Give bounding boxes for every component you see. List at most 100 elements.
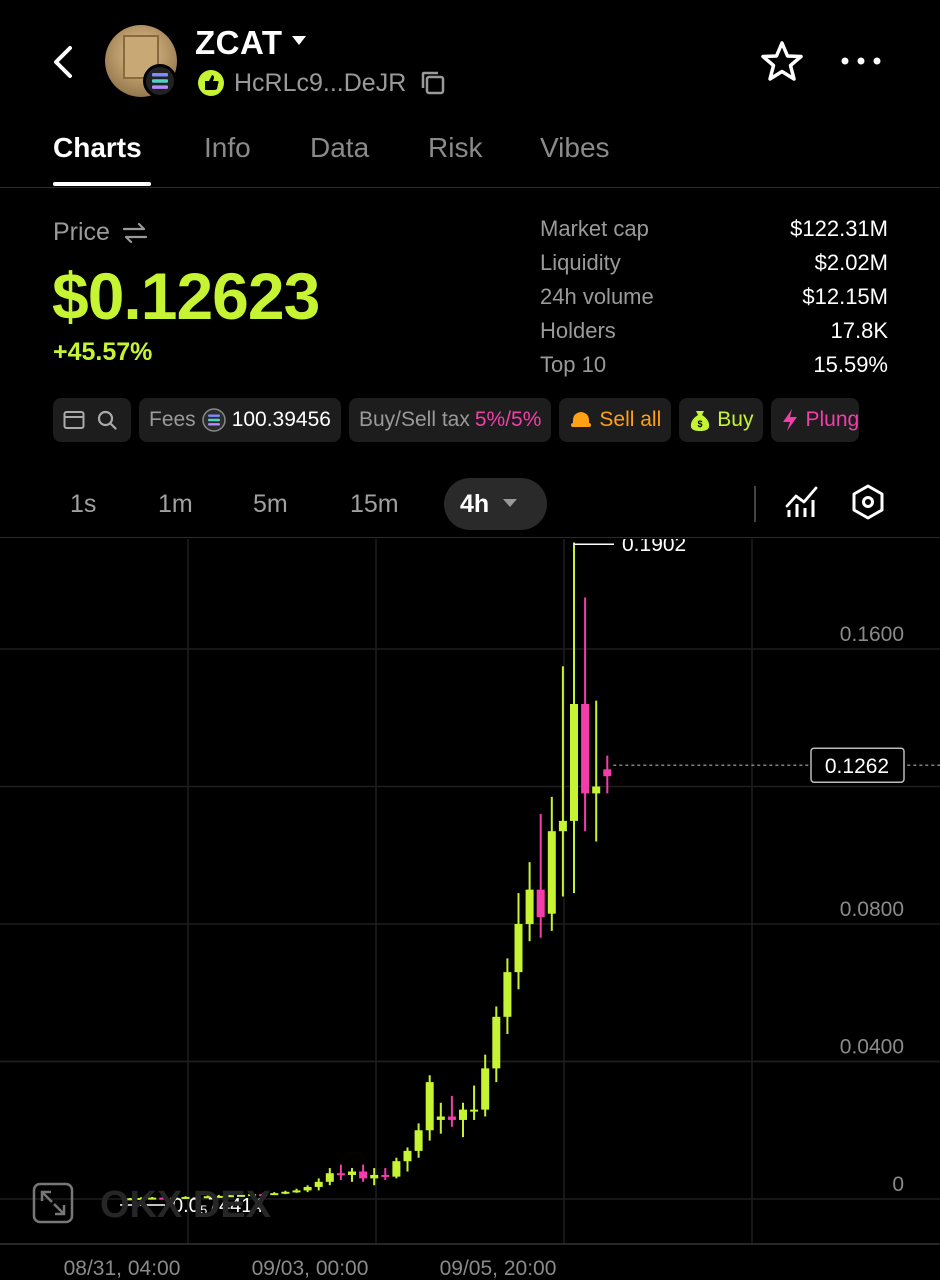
token-stats: Market cap $122.31M Liquidity $2.02M 24h… bbox=[540, 212, 888, 382]
stat-row-liquidity: Liquidity $2.02M bbox=[540, 246, 888, 280]
copy-icon[interactable] bbox=[420, 70, 446, 96]
candle-body bbox=[581, 704, 590, 794]
header: ZCAT HcRLc9...DeJR bbox=[0, 0, 940, 120]
high-price-label: 0.1902 bbox=[622, 539, 686, 556]
tab-risk[interactable]: Risk bbox=[428, 132, 482, 164]
settings-hex-icon[interactable] bbox=[850, 484, 886, 520]
price-value: $0.12623 bbox=[52, 259, 320, 333]
candle-body bbox=[292, 1190, 301, 1193]
stat-label: 24h volume bbox=[540, 284, 654, 309]
candle-body bbox=[603, 769, 612, 777]
interval-1m[interactable]: 1m bbox=[158, 490, 193, 519]
price-chart[interactable]: 0.1600 0.0800 0.0400 0 08/31, 04:00 09/03, 00… bbox=[0, 539, 940, 1280]
y-tick-label: 0.0400 bbox=[840, 1036, 904, 1059]
tax-label: Buy/Sell tax bbox=[358, 408, 470, 431]
interval-bar: 1s 1m 5m 15m 4h bbox=[0, 470, 940, 538]
stat-row-market-cap: Market cap $122.31M bbox=[540, 212, 888, 246]
solana-coin-icon bbox=[201, 408, 226, 432]
chevron-down-icon bbox=[503, 499, 517, 507]
stat-row-top10: Top 10 15.59% bbox=[540, 348, 888, 382]
fees-button[interactable]: Fees 100.39456 bbox=[139, 398, 341, 442]
chart-grid: 0.1600 0.0800 0.0400 0 08/31, 04:00 09/03, 00… bbox=[0, 539, 940, 1280]
solana-chain-icon bbox=[143, 64, 177, 98]
candle-body bbox=[381, 1174, 390, 1177]
candles bbox=[126, 542, 612, 1201]
interval-4h-label: 4h bbox=[460, 490, 490, 518]
plunge-label: Plung bbox=[805, 408, 860, 431]
stat-value: $122.31M bbox=[790, 216, 888, 241]
candle-body bbox=[314, 1181, 323, 1187]
stat-value: $2.02M bbox=[814, 250, 888, 275]
window-icon bbox=[63, 411, 85, 429]
tax-button[interactable]: Buy/Sell tax 5%/5% bbox=[348, 398, 552, 442]
candle-body bbox=[514, 924, 523, 973]
candle-body bbox=[303, 1186, 312, 1191]
candle-body bbox=[525, 889, 534, 924]
stat-row-volume: 24h volume $12.15M bbox=[540, 280, 888, 314]
buy-button[interactable]: $ Buy bbox=[679, 398, 764, 442]
tax-value: 5%/5% bbox=[474, 408, 542, 431]
stat-label: Liquidity bbox=[540, 250, 621, 275]
tab-info[interactable]: Info bbox=[204, 132, 251, 164]
action-toolbar: Fees 100.39456 Buy/Sell tax 5%/5% Sell a… bbox=[53, 398, 888, 442]
interval-5m[interactable]: 5m bbox=[253, 490, 288, 519]
interval-15m[interactable]: 15m bbox=[350, 490, 399, 519]
stat-label: Holders bbox=[540, 318, 616, 343]
last-price-label: 0.1262 bbox=[825, 755, 889, 778]
candle-body bbox=[425, 1082, 434, 1131]
tab-charts[interactable]: Charts bbox=[53, 132, 142, 164]
buy-label: Buy bbox=[717, 408, 754, 431]
tab-vibes[interactable]: Vibes bbox=[540, 132, 610, 164]
candle-body bbox=[558, 820, 567, 832]
chevron-down-icon[interactable] bbox=[292, 36, 306, 45]
price-label: Price bbox=[53, 218, 110, 246]
candle-body bbox=[392, 1161, 401, 1177]
view-search-button[interactable] bbox=[53, 398, 131, 442]
stat-label: Top 10 bbox=[540, 352, 607, 377]
svg-text:$: $ bbox=[698, 419, 703, 429]
stat-value: 15.59% bbox=[813, 352, 888, 377]
fees-label: Fees bbox=[149, 408, 196, 431]
stat-label: Market cap bbox=[540, 216, 649, 241]
x-tick-label: 09/05, 20:00 bbox=[440, 1257, 557, 1280]
okx-dex-watermark: OKX DEX bbox=[100, 1184, 272, 1226]
sell-all-label: Sell all bbox=[599, 408, 662, 431]
community-badge-icon bbox=[198, 70, 224, 96]
candle-body bbox=[436, 1116, 445, 1120]
token-name[interactable]: ZCAT bbox=[195, 24, 283, 62]
candle-body bbox=[359, 1171, 368, 1179]
more-icon[interactable] bbox=[840, 50, 882, 72]
divider bbox=[754, 486, 756, 522]
interval-1s[interactable]: 1s bbox=[70, 490, 96, 519]
candle-body bbox=[447, 1116, 456, 1120]
candle-body bbox=[492, 1016, 501, 1069]
plunge-button[interactable]: Plung bbox=[771, 398, 860, 442]
candle-body bbox=[270, 1193, 279, 1196]
stat-value: $12.15M bbox=[802, 284, 888, 309]
y-tick-label: 0.0800 bbox=[840, 898, 904, 921]
tab-data[interactable]: Data bbox=[310, 132, 369, 164]
y-tick-label: 0.1600 bbox=[840, 623, 904, 646]
price-change: +45.57% bbox=[53, 338, 153, 366]
sell-all-button[interactable]: Sell all bbox=[559, 398, 672, 442]
token-address: HcRLc9...DeJR bbox=[234, 68, 407, 97]
candle-body bbox=[536, 889, 545, 918]
fullscreen-icon[interactable] bbox=[32, 1182, 74, 1224]
candle-body bbox=[281, 1191, 290, 1194]
candle-body bbox=[336, 1173, 345, 1176]
y-tick-label: 0 bbox=[892, 1173, 904, 1196]
stat-value: 17.8K bbox=[830, 318, 889, 343]
candle-body bbox=[370, 1174, 379, 1179]
candle-body bbox=[592, 786, 601, 794]
money-bag-icon: $ bbox=[691, 411, 710, 431]
swap-icon[interactable] bbox=[122, 222, 148, 244]
candle-body bbox=[481, 1068, 490, 1110]
star-icon[interactable] bbox=[760, 40, 804, 84]
back-icon[interactable] bbox=[50, 42, 80, 82]
search-icon bbox=[97, 410, 117, 430]
candle-body bbox=[503, 972, 512, 1017]
indicators-icon[interactable] bbox=[784, 484, 820, 520]
x-tick-label: 08/31, 04:00 bbox=[64, 1257, 181, 1280]
candle-body bbox=[570, 704, 578, 821]
candle-body bbox=[459, 1109, 467, 1120]
